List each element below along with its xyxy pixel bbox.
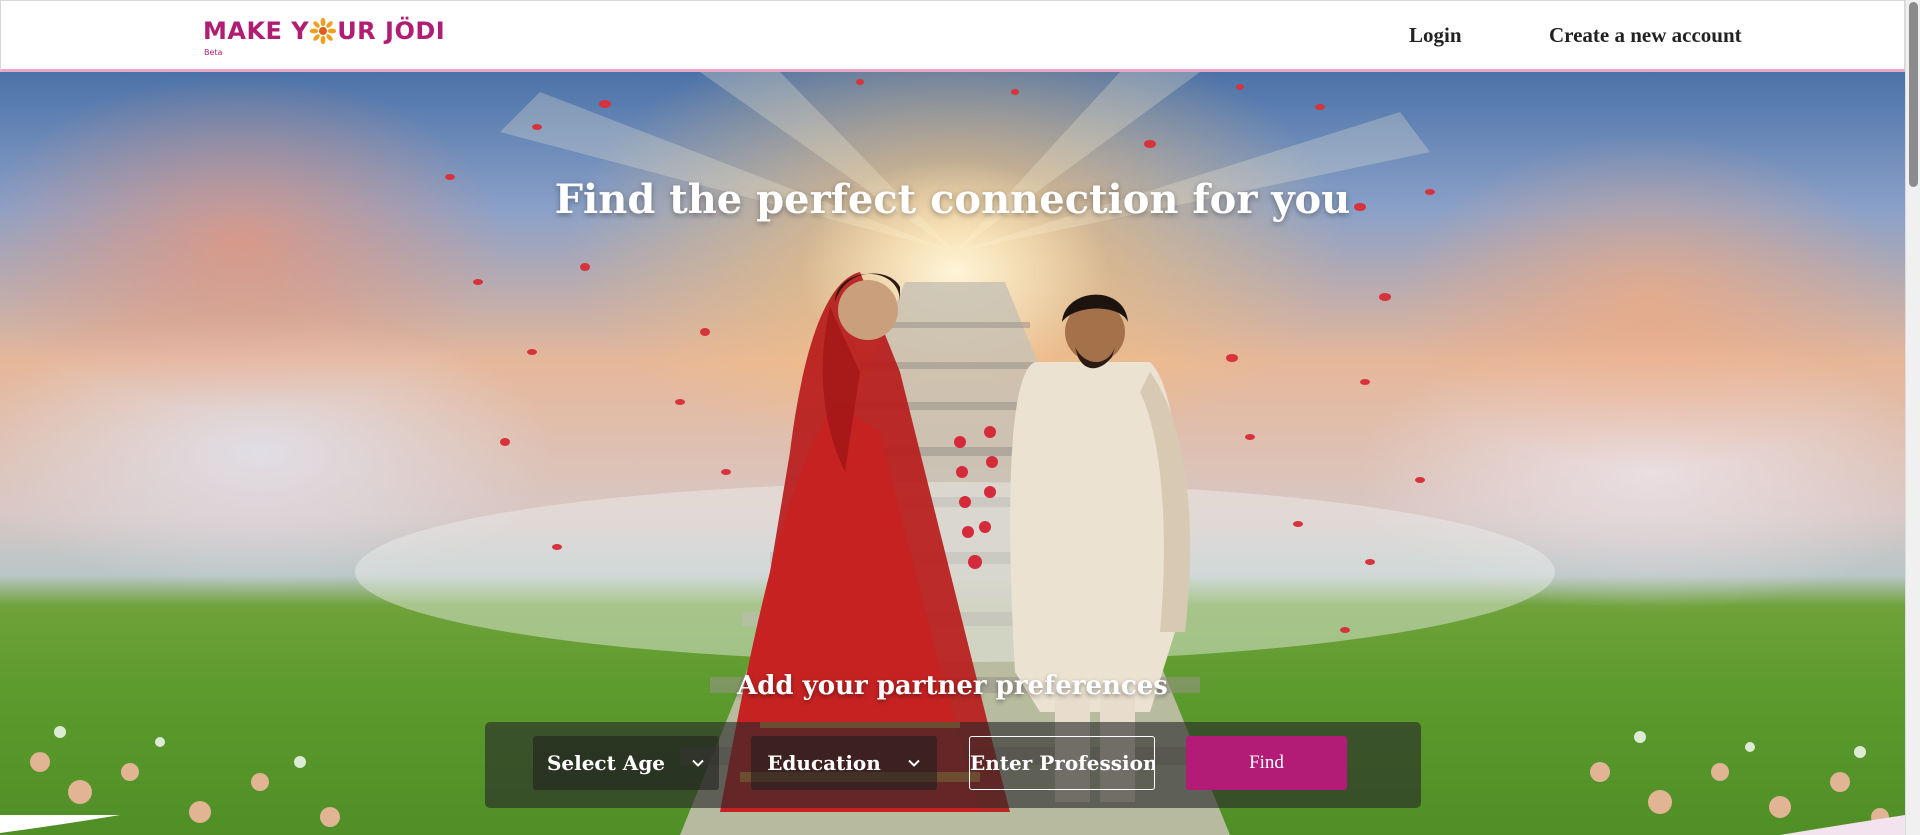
education-select[interactable]: Education xyxy=(751,736,937,790)
chevron-down-icon xyxy=(908,759,920,767)
beta-label: Beta xyxy=(204,48,223,57)
site-header: MAKE Y UR JÖDI Beta Login Create a new a… xyxy=(0,0,1905,72)
flower-logo-icon xyxy=(310,18,337,44)
hero-title: Find the perfect connection for you xyxy=(554,176,1351,223)
logo-wordmark: MAKE Y UR JÖDI xyxy=(203,18,445,44)
page-scrollbar[interactable] xyxy=(1905,0,1920,835)
hero-section: Find the perfect connection for you Add … xyxy=(0,72,1905,835)
find-button[interactable]: Find xyxy=(1186,736,1347,790)
create-account-link[interactable]: Create a new account xyxy=(1549,23,1742,48)
logo-text-left: MAKE Y xyxy=(203,17,310,45)
age-select[interactable]: Select Age xyxy=(533,736,719,790)
logo[interactable]: MAKE Y UR JÖDI Beta xyxy=(203,18,445,58)
preferences-panel: Select Age Education Find xyxy=(485,722,1421,808)
preferences-title: Add your partner preferences xyxy=(737,671,1168,701)
login-link[interactable]: Login xyxy=(1409,23,1462,48)
profession-input[interactable] xyxy=(969,736,1155,790)
logo-text-right: UR JÖDI xyxy=(337,17,446,45)
education-select-value: Education xyxy=(767,751,881,775)
age-select-value: Select Age xyxy=(546,751,666,775)
scrollbar-thumb[interactable] xyxy=(1909,2,1918,187)
chevron-down-icon xyxy=(692,759,704,767)
bottom-wave xyxy=(0,815,1905,835)
